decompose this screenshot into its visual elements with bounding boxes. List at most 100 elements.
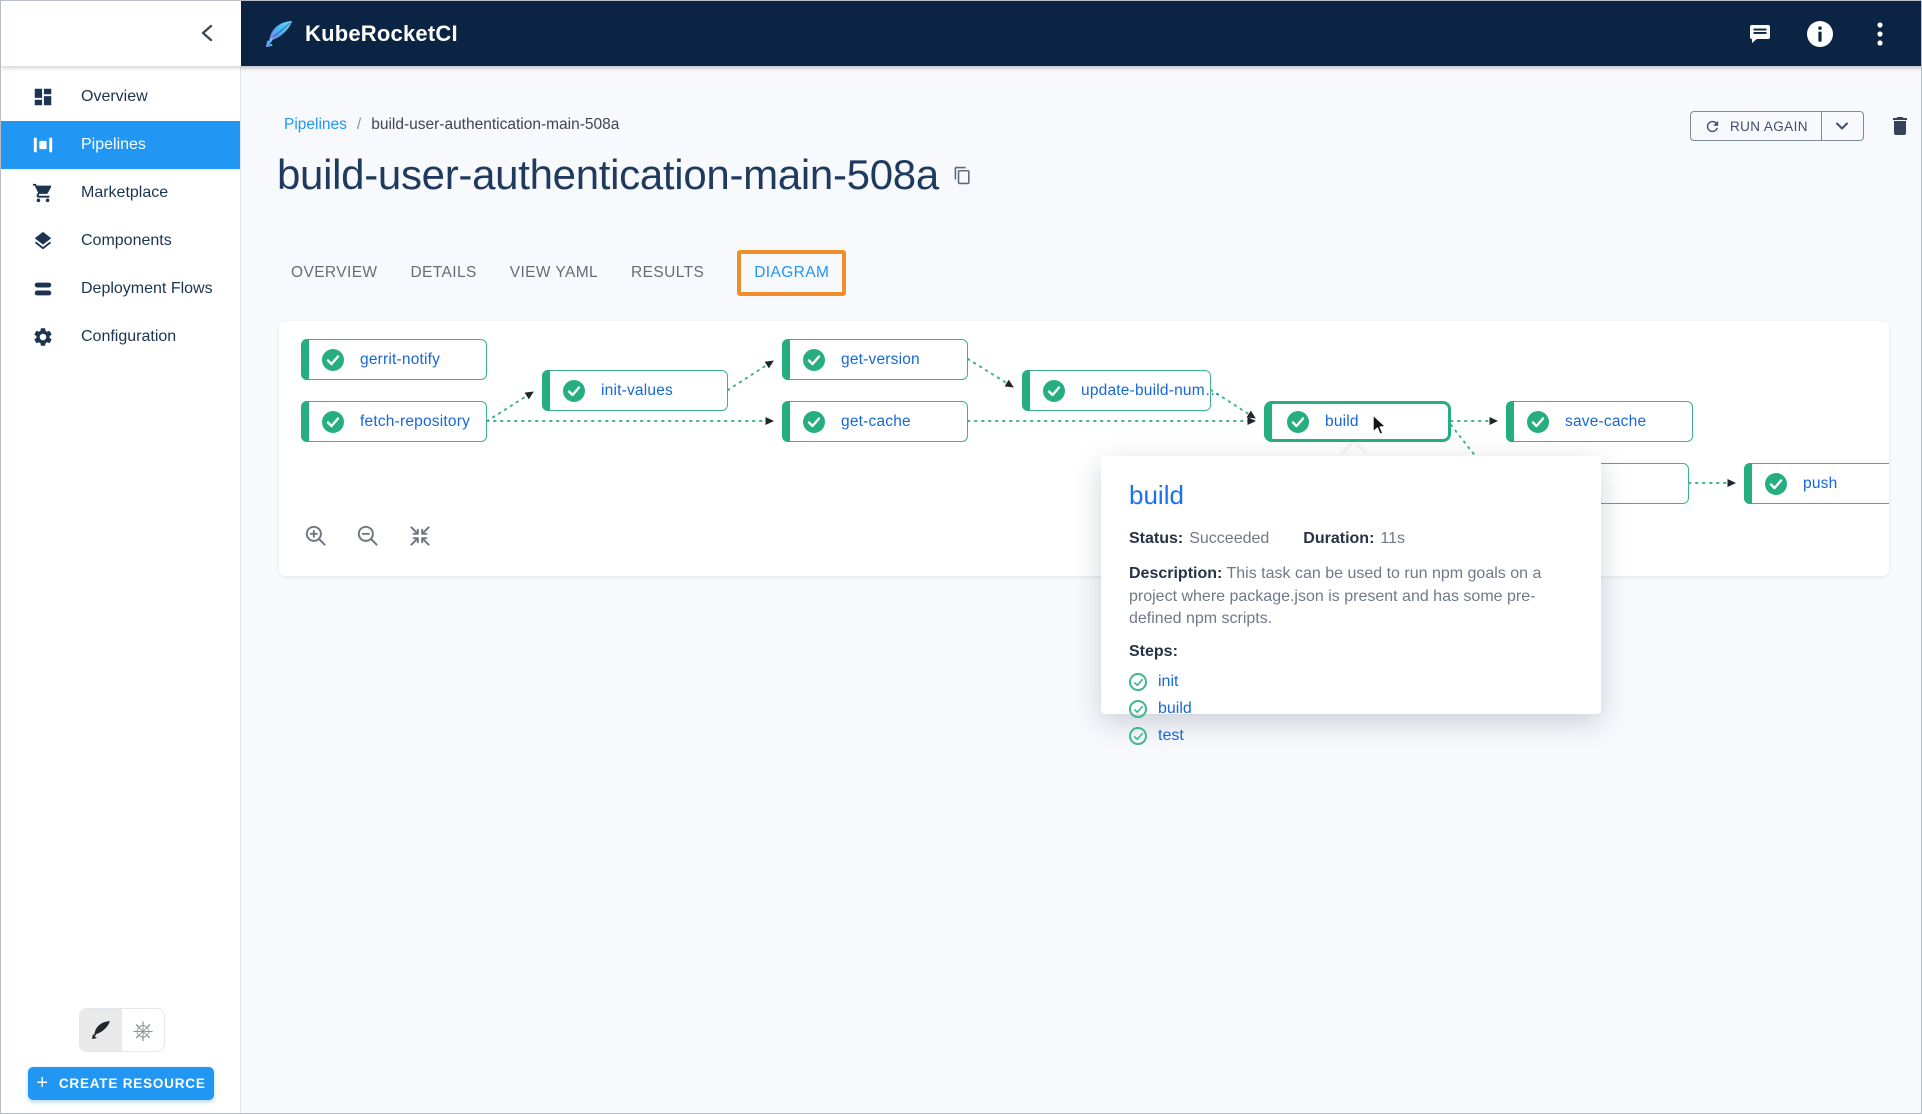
breadcrumb-pipelines-link[interactable]: Pipelines: [284, 116, 347, 134]
task-node-label: get-version: [841, 351, 920, 369]
step-label: test: [1158, 727, 1184, 745]
app-window: KubeRocketCI: [0, 0, 1922, 1114]
task-node-save-cache[interactable]: save-cache: [1506, 401, 1693, 442]
pipelines-icon: [31, 133, 55, 157]
success-check-icon: [803, 349, 825, 371]
step-success-icon: [1129, 700, 1147, 718]
breadcrumb-separator: /: [357, 116, 361, 134]
run-again-label: RUN AGAIN: [1730, 119, 1808, 134]
create-resource-label: CREATE RESOURCE: [59, 1076, 206, 1091]
sidebar-item-deployment-flows[interactable]: Deployment Flows: [1, 265, 240, 313]
sidebar-item-label: Deployment Flows: [81, 280, 213, 298]
feather-icon: [90, 1019, 112, 1041]
status-value: Succeeded: [1189, 530, 1269, 547]
flows-icon: [31, 277, 55, 301]
task-node-label: init-values: [601, 382, 673, 400]
chevron-left-icon: [197, 21, 221, 45]
task-node-push[interactable]: push: [1744, 463, 1889, 504]
app-title: KubeRocketCI: [305, 21, 458, 47]
success-check-icon: [1287, 411, 1309, 433]
feedback-chat-icon[interactable]: [1745, 19, 1775, 49]
tab-results[interactable]: RESULTS: [631, 264, 704, 282]
info-icon[interactable]: [1805, 19, 1835, 49]
step-label: build: [1158, 700, 1192, 718]
trash-icon: [1888, 114, 1912, 138]
success-check-icon: [1527, 411, 1549, 433]
sidebar-item-marketplace[interactable]: Marketplace: [1, 169, 240, 217]
tab-details[interactable]: DETAILS: [410, 264, 476, 282]
tooltip-status: Status: Succeeded: [1129, 530, 1269, 548]
kubernetes-view-button[interactable]: ⎈: [122, 1009, 164, 1051]
tooltip-duration: Duration: 11s: [1303, 530, 1405, 548]
view-mode-toggle: ⎈: [79, 1008, 165, 1052]
run-again-dropdown-button[interactable]: [1821, 112, 1863, 140]
cart-icon: [31, 181, 55, 205]
task-node-label: update-build-num…: [1081, 382, 1221, 400]
step-init[interactable]: init: [1129, 673, 1573, 691]
task-node-get-version[interactable]: get-version: [782, 339, 968, 380]
delete-button[interactable]: [1888, 114, 1912, 138]
create-resource-button[interactable]: + CREATE RESOURCE: [28, 1067, 214, 1100]
success-check-icon: [322, 411, 344, 433]
fit-view-icon[interactable]: [407, 523, 433, 549]
top-app-bar: KubeRocketCI: [241, 1, 1922, 66]
success-check-icon: [1765, 473, 1787, 495]
copy-icon[interactable]: [953, 166, 972, 190]
success-check-icon: [322, 349, 344, 371]
rocket-feather-logo-icon: [263, 18, 295, 50]
diagram-zoom-controls: [303, 523, 433, 549]
zoom-in-icon[interactable]: [303, 523, 329, 549]
step-label: init: [1158, 673, 1178, 691]
tab-overview[interactable]: OVERVIEW: [291, 264, 377, 282]
diagram-tab-highlight-box: DIAGRAM: [737, 250, 846, 296]
step-build[interactable]: build: [1129, 700, 1573, 718]
sidebar-item-label: Components: [81, 232, 172, 250]
task-node-label: gerrit-notify: [360, 351, 440, 369]
sidebar-item-components[interactable]: Components: [1, 217, 240, 265]
step-success-icon: [1129, 673, 1147, 691]
page-title: build-user-authentication-main-508a: [277, 151, 939, 199]
dashboard-icon: [31, 85, 55, 109]
success-check-icon: [1043, 380, 1065, 402]
task-node-label: save-cache: [1565, 413, 1646, 431]
breadcrumb: Pipelines / build-user-authentication-ma…: [284, 116, 619, 134]
duration-label: Duration:: [1303, 530, 1374, 547]
sidebar-item-configuration[interactable]: Configuration: [1, 313, 240, 361]
duration-value: 11s: [1380, 530, 1405, 547]
tab-diagram[interactable]: DIAGRAM: [754, 264, 829, 281]
refresh-icon: [1704, 118, 1721, 135]
task-node-fetch-repository[interactable]: fetch-repository: [301, 401, 487, 442]
sidebar: Overview Pipelines Marketplace: [1, 66, 241, 1114]
chevron-down-icon: [1836, 122, 1848, 130]
run-again-split-button: RUN AGAIN: [1690, 111, 1864, 141]
task-node-get-cache[interactable]: get-cache: [782, 401, 968, 442]
kubernetes-helm-icon: ⎈: [133, 1017, 154, 1043]
tab-view-yaml[interactable]: VIEW YAML: [510, 264, 598, 282]
steps-label: Steps:: [1129, 643, 1573, 661]
task-node-label: fetch-repository: [360, 413, 470, 431]
task-node-label: build: [1325, 413, 1359, 431]
tab-bar: OVERVIEW DETAILS VIEW YAML RESULTS DIAGR…: [291, 250, 846, 296]
sidebar-header: [1, 1, 241, 66]
tooltip-title: build: [1129, 480, 1573, 511]
status-label: Status:: [1129, 530, 1183, 547]
task-node-gerrit-notify[interactable]: gerrit-notify: [301, 339, 487, 380]
kebab-menu-icon[interactable]: [1865, 19, 1895, 49]
task-tooltip: build Status: Succeeded Duration: 11s Desc…: [1101, 456, 1601, 714]
task-node-build[interactable]: build: [1264, 401, 1451, 442]
sidebar-item-label: Configuration: [81, 328, 176, 346]
kuberocketci-view-button[interactable]: [80, 1009, 122, 1051]
task-node-update-build-number[interactable]: update-build-num…: [1022, 370, 1211, 411]
task-node-init-values[interactable]: init-values: [542, 370, 728, 411]
pipeline-diagram-panel: gerrit-notify fetch-repository init-valu…: [279, 321, 1889, 576]
sidebar-item-label: Pipelines: [81, 136, 146, 154]
sidebar-item-pipelines[interactable]: Pipelines: [1, 121, 240, 169]
success-check-icon: [563, 380, 585, 402]
zoom-out-icon[interactable]: [355, 523, 381, 549]
step-test[interactable]: test: [1129, 727, 1573, 745]
task-node-label: push: [1803, 475, 1837, 493]
sidebar-item-overview[interactable]: Overview: [1, 73, 240, 121]
run-again-button[interactable]: RUN AGAIN: [1691, 112, 1821, 140]
tooltip-description: Description: This task can be used to ru…: [1129, 563, 1573, 631]
sidebar-collapse-button[interactable]: [197, 21, 221, 45]
